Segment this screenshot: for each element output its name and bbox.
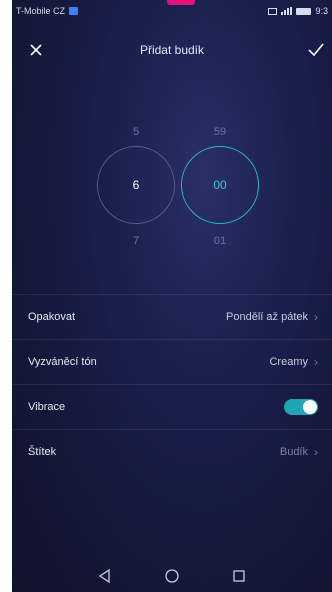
- alarm-settings: Opakovat Pondělí až pátek › Vyzváněcí tó…: [12, 294, 332, 474]
- check-icon: [308, 43, 324, 57]
- sim-icon: [268, 7, 278, 15]
- tag-value: Budík: [279, 446, 308, 458]
- repeat-value: Pondělí až pátek: [226, 311, 308, 323]
- vibration-label: Vibrace: [28, 401, 66, 413]
- notification-icon: [69, 7, 79, 15]
- repeat-row[interactable]: Opakovat Pondělí až pátek ›: [12, 294, 332, 339]
- alarm-screen: T-Mobile CZ 9:3 Přidat budík 5 59 6 00 7…: [12, 0, 332, 592]
- ringtone-value: Creamy: [269, 356, 308, 368]
- back-triangle-icon: [99, 568, 110, 584]
- home-button[interactable]: [161, 565, 183, 587]
- vibration-row: Vibrace: [12, 384, 332, 429]
- ringtone-label: Vyzváněcí tón: [28, 356, 97, 368]
- chevron-right-icon: ›: [314, 310, 318, 324]
- hour-wheel[interactable]: 6: [97, 146, 175, 224]
- tag-row[interactable]: Štítek Budík ›: [12, 429, 332, 474]
- minute-prev[interactable]: 59: [200, 126, 240, 138]
- time-picker: 5 59 6 00 7 01: [12, 110, 332, 260]
- page-title: Přidat budík: [139, 43, 205, 57]
- vibration-toggle[interactable]: [284, 399, 318, 415]
- chevron-right-icon: ›: [314, 355, 318, 369]
- toggle-knob: [303, 400, 317, 414]
- carrier: T-Mobile CZ: [16, 6, 79, 16]
- confirm-button[interactable]: [306, 40, 326, 60]
- home-circle-icon: [165, 569, 179, 583]
- repeat-label: Opakovat: [28, 311, 76, 323]
- back-button[interactable]: [94, 565, 116, 587]
- navigation-bar: [12, 560, 332, 592]
- title-bar: Přidat budík: [12, 30, 332, 70]
- battery-icon: [296, 7, 312, 15]
- tag-label: Štítek: [28, 446, 57, 458]
- signal-icon: [281, 7, 293, 15]
- status-indicators: 9:3: [268, 6, 328, 16]
- recents-button[interactable]: [228, 565, 250, 587]
- hour-prev[interactable]: 5: [116, 126, 156, 138]
- brand-mark: [167, 0, 195, 5]
- minute-selected: 00: [213, 178, 227, 192]
- carrier-name: T-Mobile CZ: [16, 6, 66, 16]
- recents-square-icon: [232, 570, 245, 582]
- close-button[interactable]: [26, 40, 46, 60]
- hour-next[interactable]: 7: [116, 235, 156, 247]
- clock: 9:3: [315, 6, 328, 16]
- close-icon: [30, 44, 42, 56]
- chevron-right-icon: ›: [314, 445, 318, 459]
- hour-selected: 6: [132, 178, 140, 192]
- minute-wheel[interactable]: 00: [181, 146, 259, 224]
- minute-next[interactable]: 01: [200, 235, 240, 247]
- ringtone-row[interactable]: Vyzváněcí tón Creamy ›: [12, 339, 332, 384]
